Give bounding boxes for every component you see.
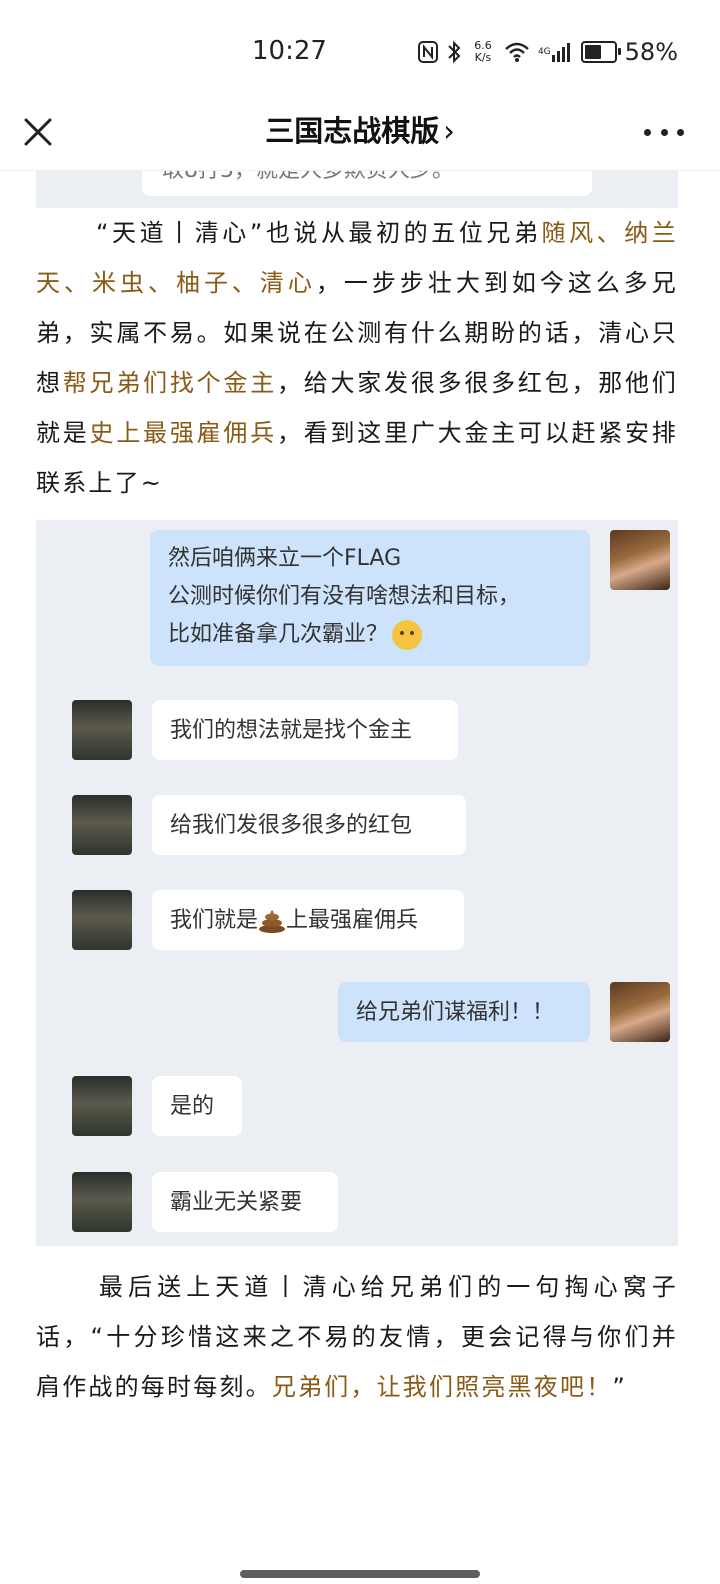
- paragraph-1: “天道丨清心”也说从最初的五位兄弟随风、纳兰天、米虫、柚子、清心，一步步壮大到如…: [36, 219, 678, 497]
- chat-bubble-right: 然后咱俩来立一个FLAG 公测时候你们有没有啥想法和目标， 比如准备拿几次霸业？: [150, 530, 590, 666]
- status-icons: 6.6 K/s 4G 58%: [417, 36, 678, 68]
- chat-bubble-left: 给我们发很多很多的红包: [152, 795, 466, 855]
- more-icon: [644, 128, 651, 136]
- title-bar: 三国志战棋版 ›: [0, 100, 720, 171]
- battery-icon: [580, 41, 621, 63]
- avatar-interviewer: [610, 982, 670, 1042]
- status-time: 10:27: [252, 36, 327, 66]
- wifi-icon: [504, 41, 530, 63]
- highlight-find-sponsor: 帮兄弟们找个金主: [62, 369, 277, 397]
- avatar-guild: [72, 890, 132, 950]
- poop-emoji-icon: [259, 910, 286, 933]
- chat-bubble-left: 我们就是 上最强雇佣兵: [152, 890, 464, 950]
- cut-message: 取8打5，就是人多欺负人少。: [142, 170, 592, 196]
- next-section-fragment: [0, 1560, 720, 1584]
- chat-screenshot: 然后咱俩来立一个FLAG 公测时候你们有没有啥想法和目标， 比如准备拿几次霸业？…: [36, 520, 678, 1246]
- nfc-icon: [417, 41, 438, 63]
- avatar-guild: [72, 795, 132, 855]
- chat-bubble-left: 我们的想法就是找个金主: [152, 700, 458, 760]
- chat-bubble-left: 霸业无关紧要: [152, 1172, 338, 1232]
- network-speed: 6.6 K/s: [474, 39, 492, 64]
- highlight-strongest-mercenary: 史上最强雇佣兵: [89, 419, 277, 447]
- chat-bubble-left: 是的: [152, 1076, 242, 1136]
- avatar-interviewer: [610, 530, 670, 590]
- more-button[interactable]: [644, 122, 684, 142]
- avatar-guild: [72, 1172, 132, 1232]
- shush-face-emoji-icon: [392, 620, 423, 650]
- signal-icon: 4G: [538, 41, 573, 63]
- status-bar: 10:27 6.6 K/s 4G 58%: [0, 0, 720, 100]
- highlight-closing: 兄弟们，让我们照亮黑夜吧！: [271, 1373, 613, 1401]
- battery-percent: 58%: [624, 38, 678, 66]
- article-body: 取8打5，就是人多欺负人少。 “天道丨清心”也说从最初的五位兄弟随风、纳兰天、米…: [36, 170, 678, 1412]
- paragraph-2: 最后送上天道丨清心给兄弟们的一句掏心窝子话，“十分珍惜这来之不易的友情，更会记得…: [36, 1273, 678, 1401]
- chat-bubble-right: 给兄弟们谋福利！！: [338, 982, 590, 1042]
- account-name: 三国志战棋版: [265, 114, 440, 148]
- chevron-right-icon: ›: [443, 114, 455, 148]
- bluetooth-icon: [446, 40, 462, 64]
- chat-image-top-fragment: 取8打5，就是人多欺负人少。: [36, 170, 678, 208]
- account-title[interactable]: 三国志战棋版 ›: [0, 108, 720, 150]
- avatar-guild: [72, 700, 132, 760]
- avatar-guild: [72, 1076, 132, 1136]
